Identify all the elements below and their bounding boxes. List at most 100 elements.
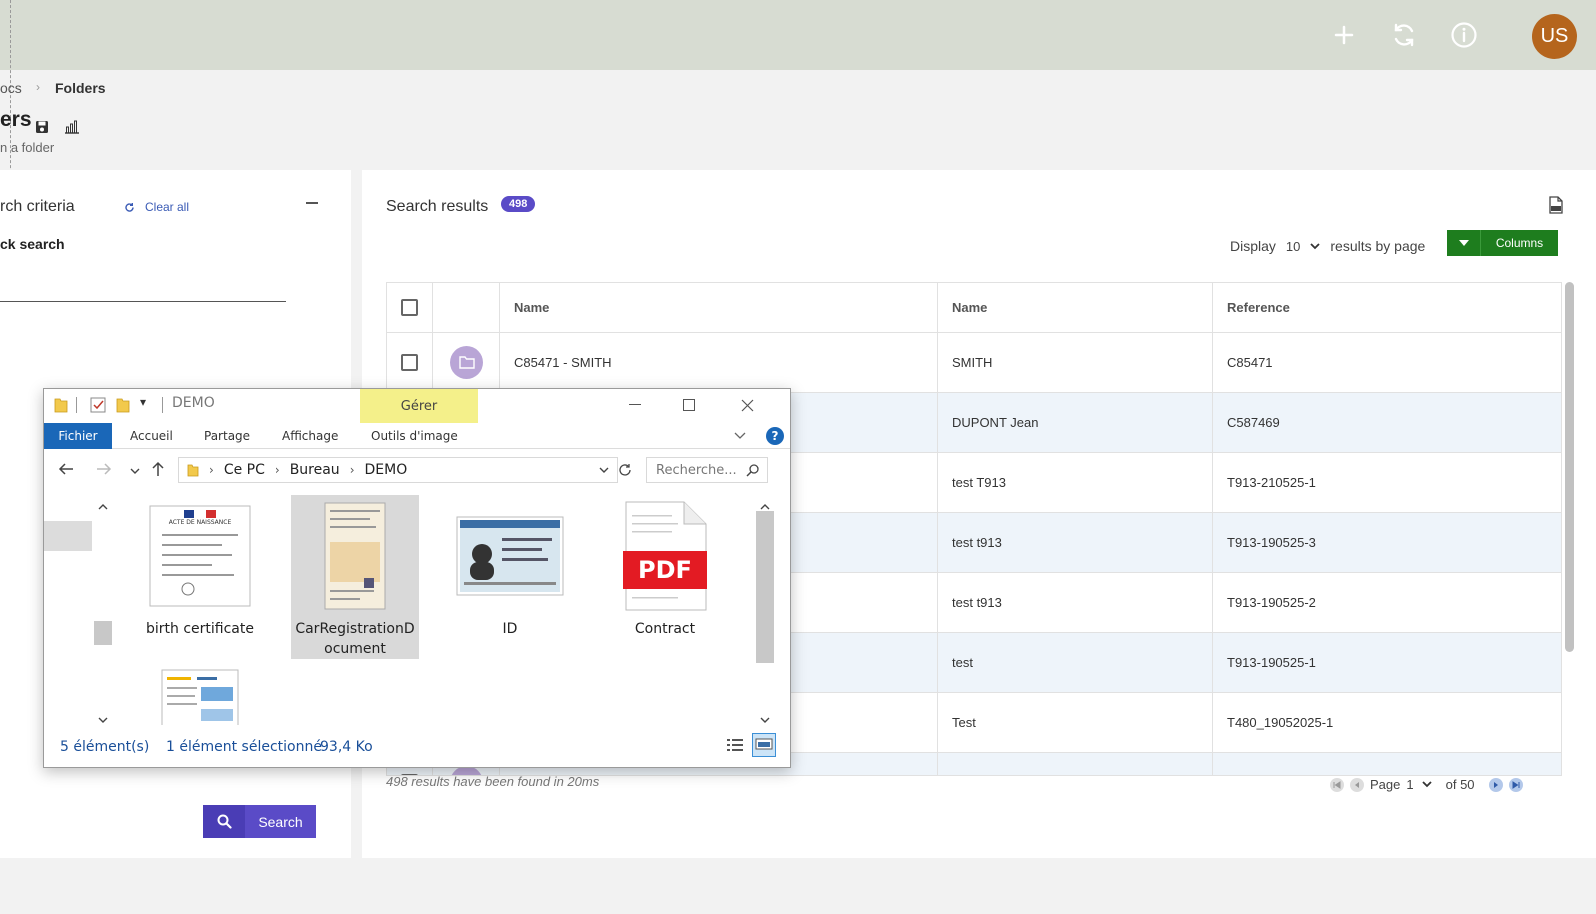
quick-search-input[interactable] [0, 301, 286, 302]
explorer-search-input[interactable]: Recherche... [646, 457, 768, 483]
up-arrow-icon[interactable] [152, 461, 164, 481]
select-all-checkbox[interactable] [401, 299, 418, 316]
id-card-thumbnail [446, 501, 574, 611]
top-bar: US [0, 0, 1596, 70]
chevron-right-icon: › [36, 80, 40, 94]
search-button[interactable]: Search [203, 805, 316, 838]
forward-arrow-icon[interactable] [96, 461, 112, 479]
file-car-registration-document[interactable]: CarRegistrationD ocument [291, 495, 419, 659]
large-icons-view-icon[interactable] [752, 733, 776, 761]
row-name-2: test t913 [938, 573, 1213, 632]
nav-pane-selected-item[interactable] [44, 521, 92, 551]
path-segment-bureau[interactable]: Bureau [290, 462, 340, 478]
refresh-icon[interactable] [614, 457, 636, 483]
scroll-down-icon[interactable] [760, 709, 770, 728]
plus-icon[interactable] [1326, 17, 1362, 53]
page-title: ers [0, 108, 32, 131]
page-select[interactable]: 1 [1406, 777, 1432, 792]
path-segment-demo[interactable]: DEMO [365, 462, 408, 478]
page-total: of 50 [1445, 777, 1475, 792]
folder-icon [187, 464, 199, 477]
file-list-scroll-thumb[interactable] [756, 511, 774, 663]
recent-locations-icon[interactable] [130, 461, 140, 479]
row-name-2: QA [938, 753, 1213, 775]
search-criteria-title: rch criteria [0, 198, 75, 215]
file-label: CarRegistrationD ocument [295, 621, 415, 657]
last-page-icon[interactable] [1508, 777, 1523, 792]
pagination: Page 1 of 50 [1330, 777, 1523, 792]
file-form-document[interactable] [136, 663, 264, 725]
refresh-icon[interactable] [1386, 17, 1422, 53]
tab-fichier[interactable]: Fichier [44, 423, 112, 449]
explorer-titlebar[interactable]: ▾ DEMO Gérer [44, 389, 790, 423]
results-found-text: 498 results have been found in 20ms [386, 774, 600, 789]
table-scrollbar[interactable] [1565, 282, 1574, 652]
row-name-2: test [938, 633, 1213, 692]
path-input[interactable]: › Ce PC › Bureau › DEMO [178, 457, 618, 483]
row-checkbox[interactable] [401, 354, 418, 371]
navigation-pane[interactable] [44, 493, 114, 725]
per-page-select[interactable]: 10 [1282, 239, 1324, 254]
form-document-thumbnail [136, 669, 264, 725]
prev-page-icon[interactable] [1350, 777, 1364, 792]
path-segment-ce-pc[interactable]: Ce PC [224, 462, 265, 478]
expand-ribbon-icon[interactable] [734, 429, 746, 443]
properties-icon[interactable] [90, 397, 106, 417]
clear-all-link[interactable]: Clear all [124, 200, 189, 214]
nav-pane-scrollbar[interactable] [94, 493, 112, 725]
row-reference: T913-190525-2 [1227, 595, 1316, 610]
new-folder-icon[interactable] [116, 397, 130, 417]
breadcrumb-parent[interactable]: ocs [0, 80, 22, 96]
help-icon[interactable]: ? [766, 427, 784, 445]
path-dropdown-icon[interactable] [599, 462, 609, 478]
explorer-search-placeholder: Recherche... [656, 462, 737, 478]
folder-icon [450, 346, 483, 379]
quick-access-dropdown-icon[interactable]: ▾ [140, 395, 146, 409]
tab-partage[interactable]: Partage [204, 423, 250, 449]
scroll-up-icon[interactable] [98, 495, 108, 514]
columns-button[interactable]: Columns [1447, 230, 1558, 256]
tab-accueil[interactable]: Accueil [130, 423, 173, 449]
manage-tab[interactable]: Gérer [360, 389, 478, 423]
back-arrow-icon[interactable] [58, 461, 74, 479]
row-reference: T913-190525-3 [1227, 535, 1316, 550]
csv-export-icon[interactable] [1548, 196, 1564, 219]
collapse-icon[interactable] [306, 202, 318, 204]
scroll-down-icon[interactable] [98, 709, 108, 728]
path-separator-icon: › [209, 463, 214, 477]
details-view-icon[interactable] [726, 737, 744, 757]
file-contract[interactable]: PDF Contract [601, 495, 729, 659]
column-header-name[interactable]: Name [500, 283, 938, 332]
row-reference: T477_19052025-1 [1213, 753, 1561, 775]
column-header-name-2[interactable]: Name [938, 283, 1213, 332]
tab-affichage[interactable]: Affichage [282, 423, 338, 449]
row-name[interactable]: C85471 - SMITH [500, 333, 938, 392]
display-per-page: Display 10 results by page [1230, 238, 1425, 254]
file-id[interactable]: ID [446, 495, 574, 659]
status-item-count: 5 élément(s) [60, 739, 150, 755]
maximize-icon[interactable] [666, 393, 712, 417]
file-birth-certificate[interactable]: ACTE DE NAISSANCE birth certificate [136, 495, 264, 659]
first-page-icon[interactable] [1330, 777, 1344, 792]
display-label: Display [1230, 238, 1276, 254]
tab-outils-image[interactable]: Outils d'image [371, 423, 458, 449]
user-avatar[interactable]: US [1532, 14, 1577, 59]
per-page-value: 10 [1285, 238, 1301, 254]
info-icon[interactable] [1446, 17, 1482, 53]
table-row[interactable]: C85471 - SMITH SMITH C85471 [387, 333, 1561, 393]
column-header-reference[interactable]: Reference [1213, 283, 1561, 332]
search-icon [203, 805, 245, 838]
save-icon[interactable] [35, 120, 49, 139]
car-registration-thumbnail [291, 501, 419, 611]
row-name-2: DUPONT Jean [938, 393, 1213, 452]
page-subtitle: n a folder [0, 140, 55, 155]
file-list-scrollbar[interactable] [756, 493, 774, 725]
close-icon[interactable] [724, 393, 770, 417]
minimize-icon[interactable] [612, 393, 658, 417]
next-page-icon[interactable] [1488, 777, 1503, 792]
chart-icon[interactable] [64, 120, 80, 139]
file-explorer-window[interactable]: ▾ DEMO Gérer Fichier Accueil Partage Aff… [43, 388, 791, 768]
columns-button-label: Columns [1495, 236, 1544, 250]
nav-pane-scroll-thumb[interactable] [94, 621, 112, 645]
file-label: ID [502, 621, 518, 637]
